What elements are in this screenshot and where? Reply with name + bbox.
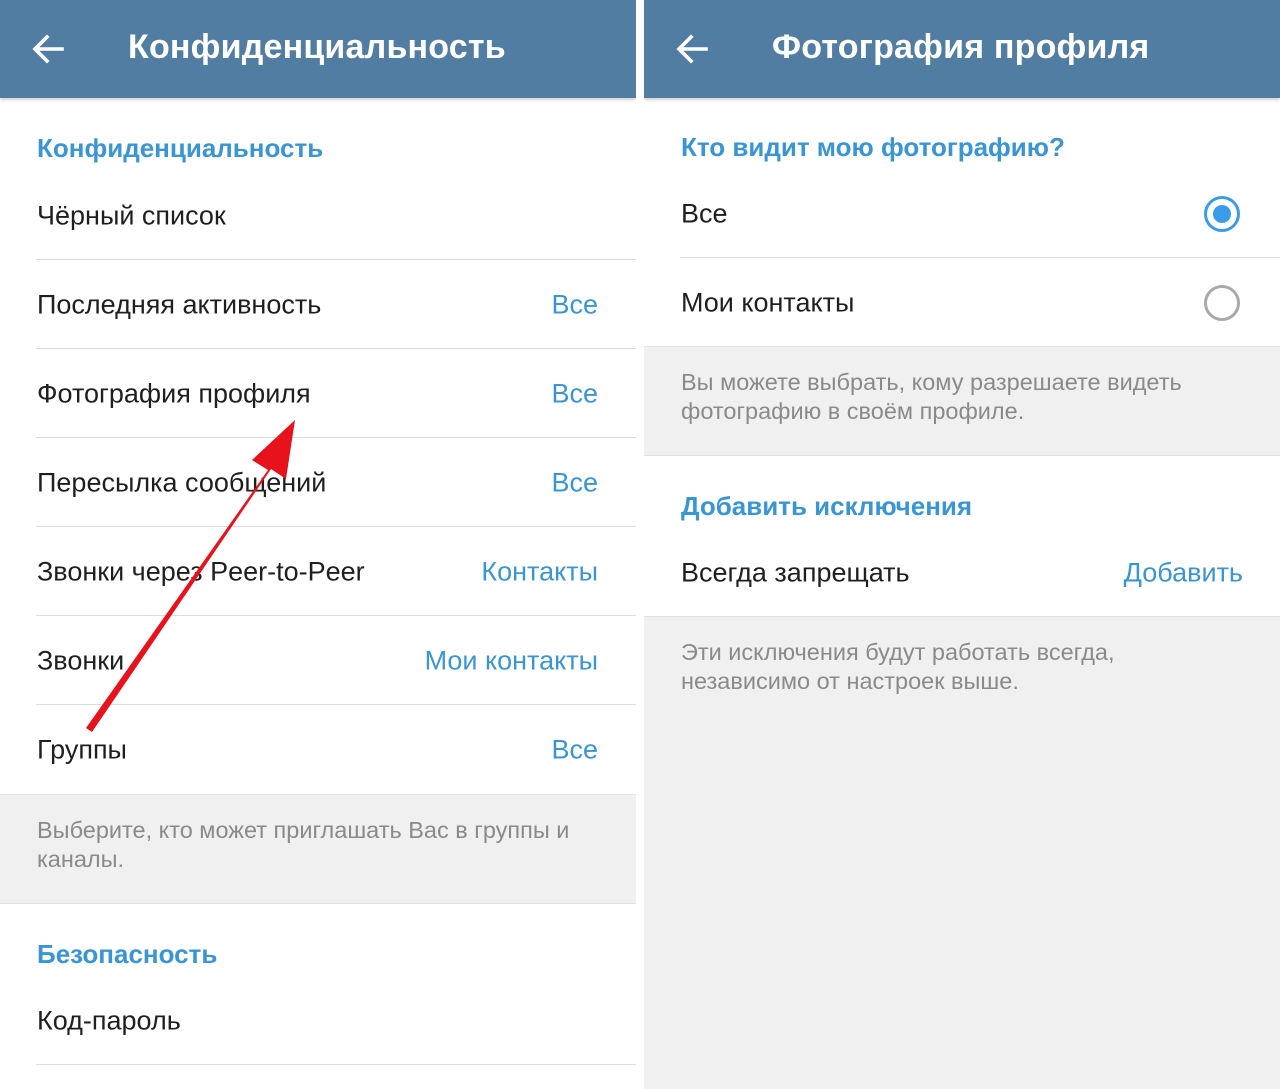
exceptions-hint-text: Эти исключения будут работать всегда, не… bbox=[681, 639, 1115, 694]
profile-photo-screen: Фотография профиля Кто видит мою фотогра… bbox=[644, 0, 1280, 1089]
panel-separator bbox=[636, 0, 644, 1089]
row-value: Все bbox=[551, 734, 598, 764]
row-value: Мои контакты bbox=[424, 645, 598, 675]
row-label: Фотография профиля bbox=[37, 378, 311, 408]
row-passcode[interactable]: Код-пароль bbox=[0, 976, 636, 1065]
groups-hint-text: Выберите, кто может приглашать Вас в гру… bbox=[37, 817, 570, 872]
row-label: Всегда запрещать bbox=[681, 557, 910, 587]
row-label: Последняя активность bbox=[37, 289, 322, 319]
section-header-privacy: Конфиденциальность bbox=[37, 133, 324, 163]
section-header-security: Безопасность bbox=[37, 939, 218, 969]
page-title: Фотография профиля bbox=[772, 28, 1150, 66]
app-bar: Конфиденциальность bbox=[0, 0, 636, 98]
back-button[interactable] bbox=[672, 29, 712, 69]
row-blacklist[interactable]: Чёрный список bbox=[0, 171, 636, 260]
row-groups[interactable]: Группы Все bbox=[0, 705, 636, 794]
who-sees-hint-box: Вы можете выбрать, кому разрешаете видет… bbox=[644, 346, 1280, 456]
option-label: Все bbox=[681, 198, 728, 228]
row-forwarded-messages[interactable]: Пересылка сообщений Все bbox=[0, 438, 636, 527]
radio-selected-icon[interactable] bbox=[1204, 195, 1240, 232]
who-sees-hint-text: Вы можете выбрать, кому разрешаете видет… bbox=[681, 369, 1182, 424]
radio-unselected-icon[interactable] bbox=[1204, 284, 1240, 321]
option-my-contacts[interactable]: Мои контакты bbox=[644, 258, 1280, 347]
arrow-left-icon bbox=[32, 34, 64, 64]
app-bar: Фотография профиля bbox=[644, 0, 1280, 98]
privacy-settings-screen: Конфиденциальность Конфиденциальность Чё… bbox=[0, 0, 636, 1089]
row-value: Все bbox=[551, 467, 598, 497]
section-header-exceptions: Добавить исключения bbox=[681, 491, 973, 521]
option-label: Мои контакты bbox=[681, 287, 855, 317]
row-label: Звонки bbox=[37, 645, 125, 675]
section-header-who-sees: Кто видит мою фотографию? bbox=[681, 132, 1065, 162]
page-title: Конфиденциальность bbox=[128, 28, 506, 66]
row-value: Все bbox=[551, 289, 598, 319]
back-button[interactable] bbox=[28, 29, 68, 69]
add-exception-button[interactable]: Добавить bbox=[1124, 557, 1243, 588]
arrow-left-icon bbox=[676, 34, 708, 64]
row-profile-photo[interactable]: Фотография профиля Все bbox=[0, 349, 636, 438]
row-label: Чёрный список bbox=[37, 200, 226, 230]
row-calls[interactable]: Звонки Мои контакты bbox=[0, 616, 636, 705]
row-label: Пересылка сообщений bbox=[37, 467, 327, 497]
row-label: Код-пароль bbox=[37, 1005, 181, 1035]
row-last-seen[interactable]: Последняя активность Все bbox=[0, 260, 636, 349]
divider bbox=[36, 1064, 636, 1065]
row-label: Группы bbox=[37, 734, 127, 764]
row-always-deny[interactable]: Всегда запрещать Добавить bbox=[644, 528, 1280, 617]
exceptions-hint-box: Эти исключения будут работать всегда, не… bbox=[644, 616, 1280, 1089]
row-value: Контакты bbox=[481, 556, 598, 586]
row-label: Звонки через Peer-to-Peer bbox=[37, 556, 365, 586]
groups-hint-box: Выберите, кто может приглашать Вас в гру… bbox=[0, 794, 636, 904]
row-peer-to-peer-calls[interactable]: Звонки через Peer-to-Peer Контакты bbox=[0, 527, 636, 616]
row-value: Все bbox=[551, 378, 598, 408]
option-everyone[interactable]: Все bbox=[644, 169, 1280, 258]
